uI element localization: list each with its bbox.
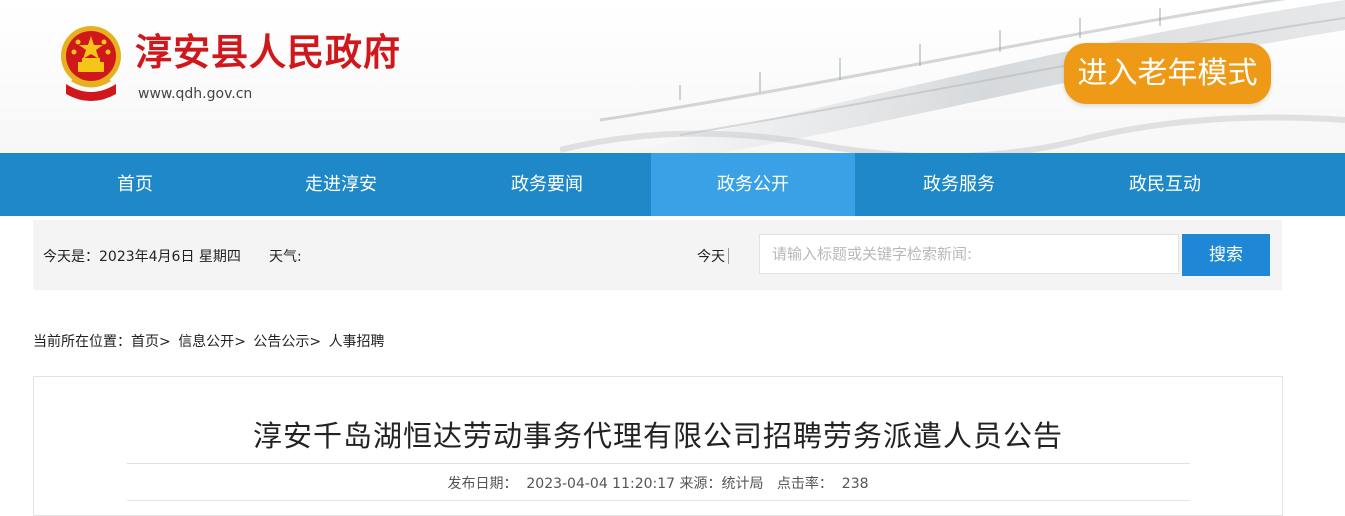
search-button[interactable]: 搜索	[1182, 234, 1270, 276]
breadcrumb-info-disclosure[interactable]: 信息公开	[178, 334, 234, 350]
nav-item-government-news[interactable]: 政务要闻	[445, 153, 649, 216]
current-date: 今天是：2023年4月6日 星期四	[43, 249, 241, 265]
main-nav: 首页 走进淳安 政务要闻 政务公开 政务服务 政民互动	[0, 153, 1345, 216]
nav-item-public-interaction[interactable]: 政民互动	[1063, 153, 1267, 216]
site-url: www.qdh.gov.cn	[138, 86, 253, 102]
article-title: 淳安千岛湖恒达劳动事务代理有限公司招聘劳务派遣人员公告	[252, 419, 1063, 453]
nav-item-government-services[interactable]: 政务服务	[857, 153, 1061, 216]
ticker-divider	[728, 248, 729, 264]
search-input[interactable]	[759, 234, 1179, 274]
source-label: 来源：	[679, 476, 722, 492]
publish-date: 2023-04-04 11:20:17	[526, 476, 676, 492]
info-bar: 今天是：2023年4月6日 星期四 天气: 今天 搜索	[33, 220, 1282, 290]
nav-item-government-disclosure[interactable]: 政务公开	[651, 153, 855, 216]
article-meta: 发布日期： 2023-04-04 11:20:17 来源：统计局 点击率： 23…	[0, 473, 1316, 493]
breadcrumb: 当前所在位置：首页> 信息公开> 公告公示> 人事招聘	[33, 334, 385, 350]
weather-label: 天气:	[269, 249, 302, 265]
breadcrumb-personnel-recruitment[interactable]: 人事招聘	[329, 334, 385, 350]
site-header: 淳安县人民政府 www.qdh.gov.cn 进入老年模式	[0, 0, 1345, 153]
title-divider	[127, 463, 1190, 464]
breadcrumb-announcements[interactable]: 公告公示	[253, 334, 309, 350]
breadcrumb-home[interactable]: 首页	[131, 334, 159, 350]
breadcrumb-prefix: 当前所在位置：	[33, 334, 131, 350]
source-value: 统计局	[721, 476, 764, 492]
site-name[interactable]: 淳安县人民政府	[135, 30, 401, 76]
click-count: 238	[841, 476, 869, 492]
nav-item-about-chunan[interactable]: 走进淳安	[239, 153, 443, 216]
click-count-label: 点击率：	[776, 476, 833, 492]
elder-mode-button[interactable]: 进入老年模式	[1064, 43, 1271, 104]
meta-divider	[127, 500, 1190, 501]
publish-date-label: 发布日期：	[447, 476, 518, 492]
national-emblem-icon	[61, 26, 121, 101]
today-ticker: 今天	[697, 249, 725, 265]
nav-item-home[interactable]: 首页	[33, 153, 237, 216]
